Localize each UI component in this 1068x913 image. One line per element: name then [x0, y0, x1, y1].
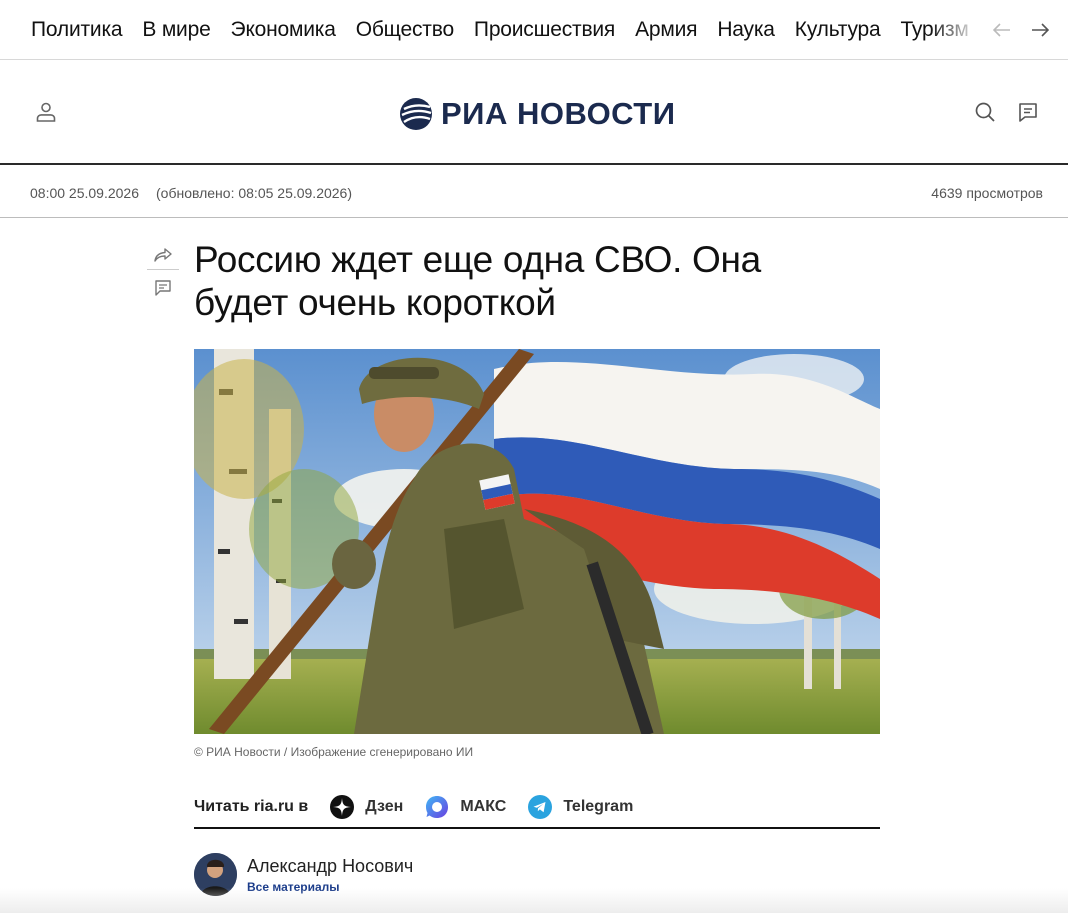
logo-text: РИА НОВОСТИ: [441, 96, 676, 131]
nav-next-button[interactable]: [1030, 20, 1050, 40]
rubric-list: Политика В мире Экономика Общество Проис…: [31, 0, 971, 59]
article-title: Россию ждет еще одна СВО. Она будет очен…: [194, 239, 761, 323]
publish-date: 08:00 25.09.2026: [30, 185, 139, 201]
channel-dzen-label: Дзен: [365, 797, 404, 815]
ria-globe-logo-icon: [400, 98, 432, 130]
max-icon: [426, 795, 449, 818]
rubric-incidents[interactable]: Происшествия: [474, 18, 615, 42]
channel-telegram-label: Telegram: [563, 797, 634, 815]
article-actions: [147, 244, 179, 302]
search-button[interactable]: [973, 100, 997, 124]
site-header: РИА НОВОСТИ: [0, 60, 1068, 165]
read-in-bar: Читать ria.ru в Дзен МАКС Telegram: [194, 786, 880, 829]
arrow-left-icon: [993, 22, 1010, 37]
nav-prev-button[interactable]: [992, 20, 1012, 40]
author-name[interactable]: Александр Носович: [247, 856, 413, 877]
user-icon: [36, 102, 56, 122]
rubric-culture[interactable]: Культура: [795, 18, 881, 42]
nav-fade: [930, 0, 980, 59]
arrow-right-icon: [1032, 22, 1049, 37]
rubric-science[interactable]: Наука: [717, 18, 775, 42]
comment-button[interactable]: [147, 274, 179, 302]
hero-illustration: [194, 349, 880, 734]
views-count: 4639 просмотров: [931, 185, 1043, 201]
comment-icon: [155, 280, 171, 296]
dzen-icon: [330, 794, 355, 819]
rubric-world[interactable]: В мире: [142, 18, 210, 42]
comments-button[interactable]: [1016, 100, 1040, 124]
rubric-nav: Политика В мире Экономика Общество Проис…: [0, 0, 1068, 60]
updated-date: (обновлено: 08:05 25.09.2026): [156, 185, 353, 201]
search-icon: [975, 102, 995, 122]
telegram-icon: [528, 794, 553, 819]
rubric-economy[interactable]: Экономика: [231, 18, 336, 42]
rubric-army[interactable]: Армия: [635, 18, 697, 42]
article-meta: 08:00 25.09.2026 (обновлено: 08:05 25.09…: [0, 166, 1068, 218]
rubric-society[interactable]: Общество: [356, 18, 454, 42]
rubric-politics[interactable]: Политика: [31, 18, 123, 42]
share-button[interactable]: [147, 244, 179, 270]
read-in-label: Читать ria.ru в: [194, 797, 309, 815]
nav-arrows: [984, 0, 1050, 59]
article-hero-image: [194, 349, 880, 734]
channel-max[interactable]: МАКС: [425, 795, 506, 819]
channel-telegram[interactable]: Telegram: [528, 794, 634, 819]
comments-icon: [1019, 103, 1037, 122]
share-icon: [154, 247, 172, 262]
channel-dzen[interactable]: Дзен: [330, 794, 404, 819]
channel-max-label: МАКС: [460, 797, 507, 815]
site-logo[interactable]: РИА НОВОСТИ: [399, 94, 676, 134]
profile-button[interactable]: [34, 100, 58, 124]
page-bottom-fade: [0, 888, 1068, 913]
image-caption: © РИА Новости / Изображение сгенерирован…: [194, 745, 474, 759]
